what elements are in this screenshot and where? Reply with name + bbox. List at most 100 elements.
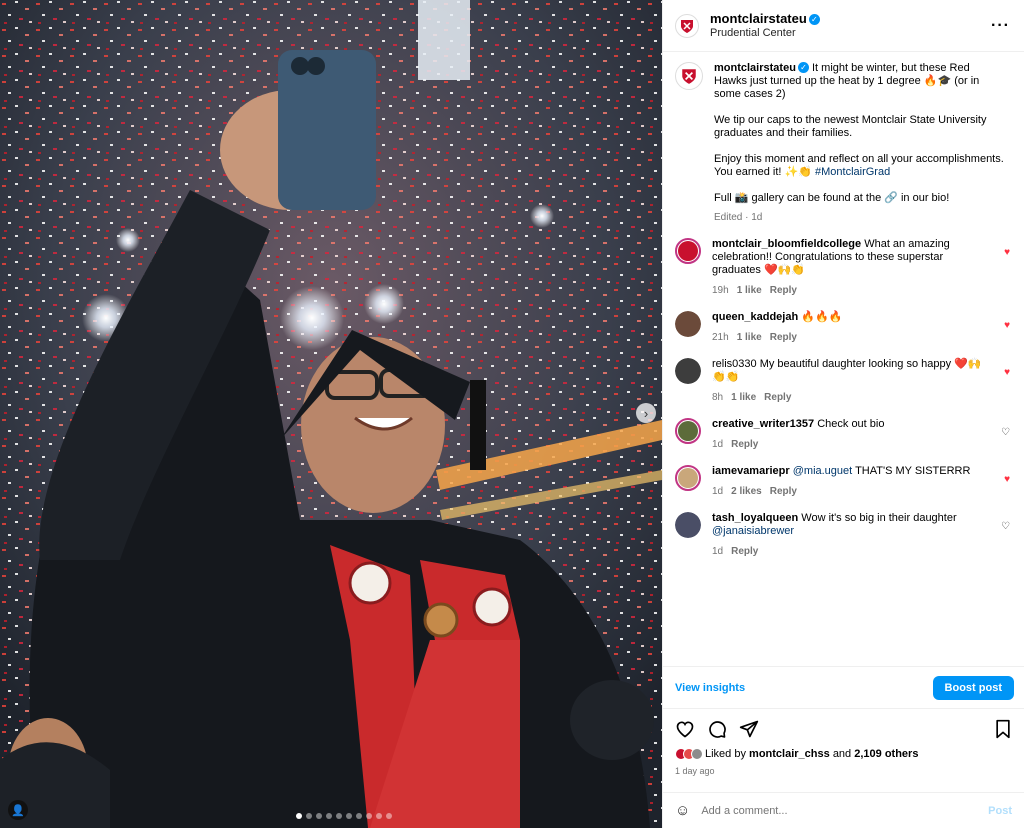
comment-time: 8h	[712, 392, 724, 403]
comment-item: montclair_bloomfieldcollege What an amaz…	[675, 238, 1012, 297]
emoji-smiley-icon[interactable]: ☺	[675, 802, 690, 819]
post-timestamp[interactable]: 1 day ago	[675, 766, 1012, 776]
liked-by-user[interactable]: montclair_chss	[749, 748, 830, 760]
comment-bubble-icon[interactable]	[707, 719, 727, 739]
reply-button[interactable]: Reply	[764, 392, 791, 403]
comment-meta: 19h 1 like Reply	[712, 284, 990, 297]
reply-button[interactable]: Reply	[731, 439, 758, 450]
reply-button[interactable]: Reply	[731, 546, 758, 557]
comment-username[interactable]: queen_kaddejah	[712, 311, 798, 323]
comment-body: creative_writer1357 Check out bio 1d Repl…	[712, 418, 990, 451]
carousel-dot	[326, 813, 332, 819]
author-row: montclairstateu ✓	[710, 11, 820, 26]
share-paper-plane-icon[interactable]	[739, 719, 759, 739]
more-options-icon[interactable]: ···	[991, 17, 1010, 35]
comment-avatar[interactable]	[675, 512, 701, 538]
mention-link[interactable]: @janaisiabrewer	[712, 525, 794, 537]
comment-username[interactable]: iamevamariepr	[712, 465, 790, 477]
comment-body: montclair_bloomfieldcollege What an amaz…	[712, 238, 990, 297]
add-comment-input[interactable]	[701, 804, 989, 817]
like-comment-heart-icon[interactable]: ♡	[1001, 428, 1010, 438]
insights-bar: View insights Boost post	[663, 666, 1024, 708]
comment-text: THAT'S MY SISTERRR	[855, 465, 971, 477]
comment-text: 🔥🔥🔥	[801, 311, 843, 323]
carousel-dot	[336, 813, 342, 819]
likes-summary: Liked by montclair_chss and 2,109 others	[675, 748, 1012, 760]
comment-username[interactable]: relis0330	[712, 358, 757, 370]
post-caption: montclairstateu ✓ It might be winter, but…	[675, 62, 1012, 224]
author-username[interactable]: montclairstateu	[710, 11, 807, 26]
view-insights-link[interactable]: View insights	[675, 682, 745, 694]
post-photo[interactable]: › 👤	[0, 0, 662, 828]
comment-meta: 8h 1 like Reply	[712, 391, 990, 404]
save-bookmark-icon[interactable]	[994, 719, 1012, 739]
post-location[interactable]: Prudential Center	[710, 26, 820, 41]
tagged-users-icon[interactable]: 👤	[8, 800, 28, 820]
comment-username[interactable]: tash_loyalqueen	[712, 512, 798, 524]
like-comment-heart-icon[interactable]: ♥	[1004, 368, 1010, 378]
like-comment-heart-icon[interactable]: ♥	[1004, 248, 1010, 258]
reply-button[interactable]: Reply	[770, 486, 797, 497]
hashtag-link[interactable]: #MontclairGrad	[815, 166, 890, 178]
comment-meta: 1d 2 likes Reply	[712, 485, 990, 498]
comment-text-row: tash_loyalqueen Wow it's so big in their…	[712, 512, 990, 538]
avatar-image	[678, 468, 698, 488]
comment-text-row: creative_writer1357 Check out bio	[712, 418, 990, 431]
caption-para-3: Enjoy this moment and reflect on all you…	[714, 153, 1004, 179]
like-comment-heart-icon[interactable]: ♥	[1004, 321, 1010, 331]
avatar-image	[675, 311, 701, 337]
comment-avatar[interactable]	[675, 238, 701, 264]
liked-by-prefix: Liked by	[705, 748, 746, 760]
next-photo-button[interactable]: ›	[636, 403, 656, 423]
like-heart-icon[interactable]	[675, 719, 695, 739]
comment-text-row: relis0330 My beautiful daughter looking …	[712, 358, 990, 384]
comment-meta: 1d Reply	[712, 438, 990, 451]
like-comment-heart-icon[interactable]: ♥	[1004, 475, 1010, 485]
carousel-indicator	[296, 813, 392, 819]
caption-avatar[interactable]	[675, 62, 703, 90]
caption-username[interactable]: montclairstateu	[714, 62, 796, 74]
post-comment-button[interactable]: Post	[988, 805, 1012, 817]
comments-scroll-area[interactable]: montclairstateu ✓ It might be winter, but…	[663, 52, 1024, 666]
comment-item: queen_kaddejah 🔥🔥🔥 21h 1 like Reply ♥	[675, 311, 1012, 344]
caption-body: montclairstateu ✓ It might be winter, but…	[714, 62, 1004, 224]
comment-avatar[interactable]	[675, 418, 701, 444]
post-author-block: montclairstateu ✓ Prudential Center	[710, 11, 820, 41]
avatar-image	[678, 241, 698, 261]
comment-likes-count[interactable]: 2 likes	[731, 486, 762, 497]
comment-text-row: iamevamariepr @mia.uguet THAT'S MY SISTE…	[712, 465, 990, 478]
comment-time: 19h	[712, 285, 729, 296]
comment-text-row: montclair_bloomfieldcollege What an amaz…	[712, 238, 990, 277]
comment-avatar[interactable]	[675, 358, 701, 384]
shield-icon	[682, 69, 696, 84]
graduation-photo-illustration	[0, 0, 662, 828]
reply-button[interactable]: Reply	[770, 285, 797, 296]
avatar-image	[675, 358, 701, 384]
like-comment-heart-icon[interactable]: ♡	[1001, 522, 1010, 532]
liked-by-count[interactable]: 2,109 others	[854, 748, 918, 760]
mention-link[interactable]: @mia.uguet	[793, 465, 852, 477]
shield-icon	[681, 19, 693, 33]
comment-time: 1d	[712, 486, 724, 497]
comment-avatar[interactable]	[675, 311, 701, 337]
reply-button[interactable]: Reply	[770, 332, 797, 343]
avatar-image	[678, 421, 698, 441]
comment-likes-count[interactable]: 1 like	[737, 332, 762, 343]
montclair-logo-avatar[interactable]	[675, 13, 699, 38]
carousel-dot	[346, 813, 352, 819]
add-comment-bar: ☺ Post	[663, 792, 1024, 828]
carousel-dot	[356, 813, 362, 819]
comment-item: iamevamariepr @mia.uguet THAT'S MY SISTE…	[675, 465, 1012, 498]
comment-username[interactable]: creative_writer1357	[712, 418, 814, 430]
avatar-image	[675, 512, 701, 538]
caption-meta: Edited · 1d	[714, 212, 763, 223]
comment-item: relis0330 My beautiful daughter looking …	[675, 358, 1012, 404]
comment-likes-count[interactable]: 1 like	[737, 285, 762, 296]
carousel-dot	[296, 813, 302, 819]
comment-avatar[interactable]	[675, 465, 701, 491]
carousel-dot	[306, 813, 312, 819]
boost-post-button[interactable]: Boost post	[932, 675, 1014, 700]
comment-likes-count[interactable]: 1 like	[731, 392, 756, 403]
comment-username[interactable]: montclair_bloomfieldcollege	[712, 238, 861, 250]
action-icons-row	[675, 719, 1012, 739]
